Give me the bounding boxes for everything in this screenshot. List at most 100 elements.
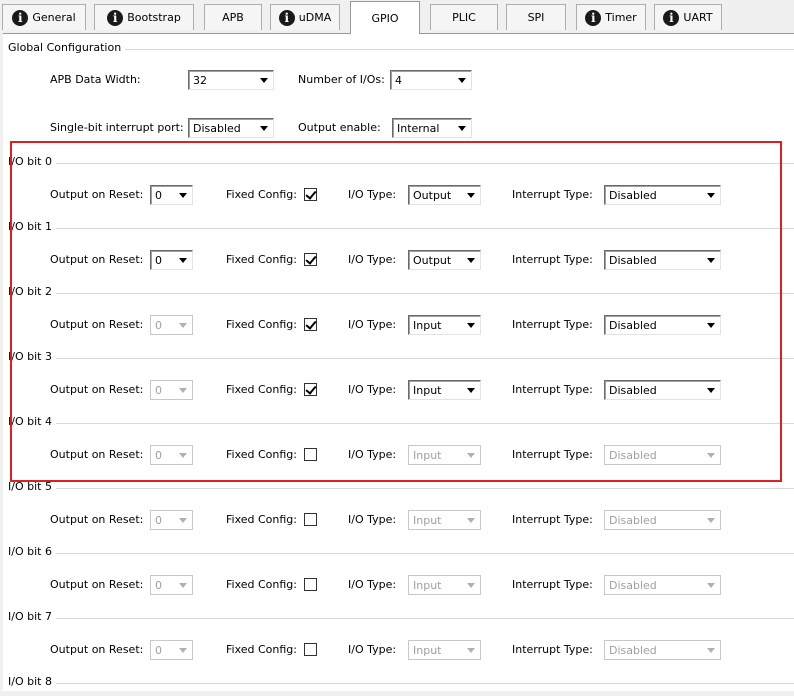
output-on-reset-select[interactable]: 0 (150, 510, 193, 530)
tab-timer[interactable]: i Timer (576, 4, 646, 30)
num-ios-value: 4 (395, 74, 402, 87)
chevron-down-icon (704, 513, 718, 527)
io-bit-group: I/O bit 2 (8, 285, 794, 306)
io-type-label: I/O Type: (348, 318, 397, 331)
io-type-select[interactable]: Input (408, 315, 481, 335)
tab-spi[interactable]: SPI (506, 4, 566, 30)
interrupt-type-select-value: Disabled (609, 319, 657, 332)
io-bit-title: I/O bit 3 (8, 350, 56, 363)
tab-label: PLIC (452, 11, 476, 24)
apb-width-select[interactable]: 32 (188, 70, 274, 90)
interrupt-type-select-value: Disabled (609, 254, 657, 267)
io-type-select-value: Input (413, 514, 442, 527)
interrupt-port-select[interactable]: Disabled (188, 118, 274, 138)
apb-width-value: 32 (193, 74, 207, 87)
output-enable-value: Internal (397, 122, 440, 135)
output-on-reset-label: Output on Reset: (50, 643, 144, 656)
interrupt-type-select[interactable]: Disabled (604, 380, 721, 400)
fixed-config-checkbox[interactable] (304, 448, 317, 461)
io-bit-group: I/O bit 5 (8, 480, 794, 501)
global-config-group: Global Configuration (8, 41, 794, 62)
output-on-reset-label: Output on Reset: (50, 383, 144, 396)
fixed-config-checkbox[interactable] (304, 513, 317, 526)
output-on-reset-select[interactable]: 0 (150, 380, 193, 400)
output-on-reset-label: Output on Reset: (50, 578, 144, 591)
output-on-reset-select[interactable]: 0 (150, 575, 193, 595)
fixed-config-checkbox[interactable] (304, 643, 317, 656)
interrupt-type-select[interactable]: Disabled (604, 250, 721, 270)
interrupt-type-select[interactable]: Disabled (604, 185, 721, 205)
interrupt-type-select-value: Disabled (609, 514, 657, 527)
io-type-select[interactable]: Input (408, 510, 481, 530)
tab-label: GPIO (371, 11, 399, 25)
output-enable-label: Output enable: (298, 121, 381, 134)
fixed-config-checkbox[interactable] (304, 253, 317, 266)
interrupt-type-label: Interrupt Type: (512, 643, 593, 656)
tab-udma[interactable]: i uDMA (270, 4, 340, 30)
io-type-select[interactable]: Input (408, 380, 481, 400)
fixed-config-label: Fixed Config: (226, 643, 298, 656)
io-type-select-value: Input (413, 384, 442, 397)
fixed-config-label: Fixed Config: (226, 188, 298, 201)
tab-plic[interactable]: PLIC (430, 4, 498, 30)
interrupt-type-select[interactable]: Disabled (604, 445, 721, 465)
output-enable-select[interactable]: Internal (392, 118, 472, 138)
tab-label: UART (683, 11, 713, 24)
io-bit-group: I/O bit 7 (8, 610, 794, 631)
chevron-down-icon (257, 121, 271, 135)
io-type-select[interactable]: Input (408, 445, 481, 465)
tab-general[interactable]: i General (2, 4, 86, 30)
output-on-reset-select[interactable]: 0 (150, 250, 193, 270)
output-on-reset-select-value: 0 (155, 384, 162, 397)
interrupt-type-select[interactable]: Disabled (604, 510, 721, 530)
chevron-down-icon (464, 578, 478, 592)
num-ios-select[interactable]: 4 (390, 70, 472, 90)
tab-uart[interactable]: i UART (654, 4, 722, 30)
io-bit-title: I/O bit 2 (8, 285, 56, 298)
interrupt-port-label: Single-bit interrupt port: (50, 121, 184, 134)
io-type-select[interactable]: Input (408, 575, 481, 595)
io-type-select[interactable]: Input (408, 640, 481, 660)
fixed-config-label: Fixed Config: (226, 513, 298, 526)
chevron-down-icon (704, 188, 718, 202)
io-type-select-value: Input (413, 449, 442, 462)
tab-label: uDMA (298, 11, 332, 24)
interrupt-type-label: Interrupt Type: (512, 253, 593, 266)
chevron-down-icon (257, 73, 271, 87)
chevron-down-icon (176, 318, 190, 332)
fixed-config-label: Fixed Config: (226, 318, 298, 331)
tab-apb[interactable]: APB (204, 4, 262, 30)
chevron-down-icon (704, 383, 718, 397)
output-on-reset-select[interactable]: 0 (150, 445, 193, 465)
fixed-config-checkbox[interactable] (304, 383, 317, 396)
io-type-select[interactable]: Output (408, 185, 481, 205)
interrupt-type-select[interactable]: Disabled (604, 315, 721, 335)
interrupt-type-select[interactable]: Disabled (604, 575, 721, 595)
interrupt-type-select-value: Disabled (609, 644, 657, 657)
output-on-reset-label: Output on Reset: (50, 513, 144, 526)
tab-label: General (32, 11, 76, 24)
fixed-config-checkbox[interactable] (304, 578, 317, 591)
chevron-down-icon (704, 253, 718, 267)
chevron-down-icon (464, 513, 478, 527)
output-on-reset-select[interactable]: 0 (150, 640, 193, 660)
fixed-config-checkbox[interactable] (304, 318, 317, 331)
io-type-select-value: Output (413, 254, 452, 267)
io-bit-title: I/O bit 8 (8, 675, 56, 688)
output-on-reset-select-value: 0 (155, 644, 162, 657)
output-on-reset-select[interactable]: 0 (150, 185, 193, 205)
io-type-select-value: Output (413, 189, 452, 202)
chevron-down-icon (704, 318, 718, 332)
tab-gpio[interactable]: GPIO (350, 1, 420, 34)
output-on-reset-select[interactable]: 0 (150, 315, 193, 335)
interrupt-type-select[interactable]: Disabled (604, 640, 721, 660)
io-type-select[interactable]: Output (408, 250, 481, 270)
tab-bootstrap[interactable]: i Bootstrap (94, 4, 194, 30)
tab-label: SPI (527, 11, 545, 24)
interrupt-type-select-value: Disabled (609, 579, 657, 592)
interrupt-type-select-value: Disabled (609, 449, 657, 462)
interrupt-port-value: Disabled (193, 122, 241, 135)
info-icon: i (278, 9, 295, 26)
fixed-config-checkbox[interactable] (304, 188, 317, 201)
interrupt-type-label: Interrupt Type: (512, 578, 593, 591)
